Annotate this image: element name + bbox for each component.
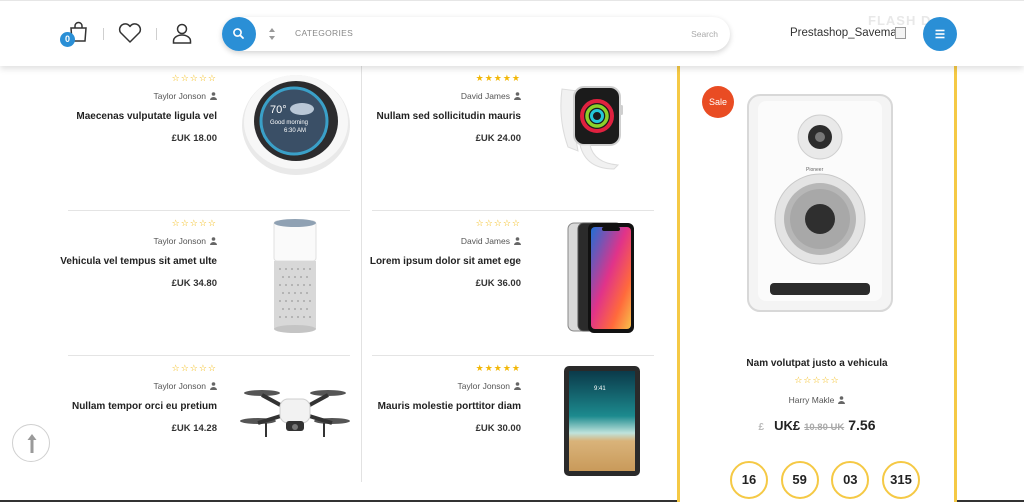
product-image-tablet[interactable]: 9:41: [544, 364, 654, 484]
user-small-icon: [210, 382, 217, 390]
column-divider: [361, 66, 362, 482]
product-image-smart-watch[interactable]: [544, 69, 654, 177]
author-name: David James: [460, 91, 510, 101]
user-small-icon: [514, 92, 521, 100]
product-price: £UK 18.00: [171, 133, 217, 144]
product-name[interactable]: Vehicula vel tempus sit amet ulte: [60, 256, 217, 267]
header-divider: [103, 28, 104, 40]
countdown-days: 16: [730, 461, 768, 499]
product-column-left: ☆☆☆☆☆ Taylor Jonson Maecenas vulputate l…: [60, 66, 350, 501]
featured-deal-card[interactable]: Sale Pioneer Nam volutpat justo a vehicu…: [677, 62, 957, 502]
search-input[interactable]: [522, 25, 718, 43]
product-card[interactable]: ☆☆☆☆☆ Taylor Jonson Vehicula vel tempus …: [60, 211, 350, 356]
featured-product-name[interactable]: Nam volutpat justo a vehicula: [680, 358, 954, 369]
user-small-icon: [838, 396, 846, 404]
featured-rating-stars: ☆☆☆☆☆: [794, 375, 840, 385]
product-name[interactable]: Mauris molestie porttitor diam: [378, 401, 521, 412]
back-to-top-button[interactable]: [12, 424, 50, 462]
svg-text:Good morning: Good morning: [270, 120, 308, 126]
product-price: £UK 30.00: [475, 423, 521, 434]
user-small-icon: [514, 237, 521, 245]
currency-unit: UK£: [774, 418, 801, 433]
user-icon: [172, 23, 192, 44]
countdown-hours: 59: [780, 461, 819, 499]
product-image-smartphones[interactable]: [544, 219, 654, 339]
wishlist-button[interactable]: [116, 19, 144, 47]
product-author: Taylor Jonson: [154, 381, 217, 391]
product-column-right: ★★★★★ David James Nullam sed sollicitudi…: [370, 66, 654, 501]
old-price: 10.80 UK: [804, 422, 845, 433]
product-author: Taylor Jonson: [458, 381, 521, 391]
svg-text:6:30 AM: 6:30 AM: [284, 128, 306, 134]
featured-price: £ UK£ 10.80 UK 7.56: [680, 417, 954, 435]
author-name: Taylor Jonson: [457, 381, 510, 391]
product-image-smart-speaker-display[interactable]: 70° Good morning 6:30 AM: [240, 69, 350, 177]
product-price: £UK 14.28: [171, 423, 217, 434]
svg-text:Pioneer: Pioneer: [806, 167, 824, 173]
hamburger-menu-icon: [935, 29, 945, 39]
author-name: Taylor Jonson: [153, 91, 206, 101]
search-button[interactable]: [222, 17, 256, 51]
search-icon: [233, 28, 244, 39]
heart-icon: [118, 23, 142, 43]
broken-image-icon: [895, 27, 906, 39]
product-author: Taylor Jonson: [154, 91, 217, 101]
product-price: £UK 24.00: [475, 133, 521, 144]
cart-count-badge: 0: [60, 32, 75, 47]
page: 0 CATEGORIES Search FLASH D Prestashop_S…: [0, 0, 1024, 502]
product-card[interactable]: ★★★★★ David James Nullam sed sollicitudi…: [372, 66, 654, 211]
author-name: Harry Makle: [788, 395, 835, 405]
store-logo-text[interactable]: Prestashop_Savemart: [790, 27, 904, 39]
header-bar: 0 CATEGORIES Search FLASH D Prestashop_S…: [0, 0, 1024, 66]
user-small-icon: [514, 382, 521, 390]
rating-stars: ★★★★★: [475, 363, 521, 373]
search-bar: CATEGORIES: [222, 17, 730, 51]
header-divider: [156, 28, 157, 40]
product-name[interactable]: Nullam tempor orci eu pretium: [72, 401, 217, 412]
sale-price: 7.56: [848, 417, 876, 433]
product-image-cylinder-smart-speaker[interactable]: [240, 217, 350, 337]
rating-stars: ☆☆☆☆☆: [171, 218, 217, 228]
rating-stars: ☆☆☆☆☆: [475, 218, 521, 228]
menu-button[interactable]: [923, 17, 957, 51]
product-card[interactable]: ☆☆☆☆☆ Taylor Jonson Nullam tempor orci e…: [68, 356, 350, 501]
product-author: Taylor Jonson: [154, 236, 217, 246]
rating-stars: ☆☆☆☆☆: [171, 73, 217, 83]
product-name[interactable]: Maecenas vulputate ligula vel: [76, 111, 217, 122]
rating-stars: ★★★★★: [475, 73, 521, 83]
author-name: Taylor Jonson: [153, 236, 206, 246]
product-card[interactable]: ☆☆☆☆☆ Taylor Jonson Maecenas vulputate l…: [68, 66, 350, 211]
product-name[interactable]: Nullam sed sollicitudin mauris: [377, 111, 521, 122]
category-select[interactable]: CATEGORIES: [295, 28, 353, 38]
author-name: David James: [460, 236, 510, 246]
user-small-icon: [210, 237, 217, 245]
currency-symbol: £: [758, 422, 765, 433]
product-price: £UK 36.00: [475, 278, 521, 289]
product-image-studio-monitor-speaker[interactable]: Pioneer: [740, 89, 900, 319]
countdown-seconds: 315: [881, 461, 920, 499]
sort-arrows-icon: [269, 28, 275, 40]
author-name: Taylor Jonson: [153, 381, 206, 391]
account-button[interactable]: [168, 19, 196, 47]
product-price: £UK 34.80: [171, 278, 217, 289]
product-card[interactable]: ☆☆☆☆☆ David James Lorem ipsum dolor sit …: [370, 211, 654, 356]
svg-text:9:41: 9:41: [594, 386, 606, 392]
svg-text:70°: 70°: [270, 104, 287, 116]
featured-product-author: Harry Makle: [680, 395, 954, 405]
cart-button[interactable]: 0: [60, 19, 92, 47]
product-author: David James: [461, 91, 521, 101]
product-author: David James: [461, 236, 521, 246]
product-image-drone[interactable]: [240, 359, 350, 467]
countdown-minutes: 03: [831, 461, 870, 499]
rating-stars: ☆☆☆☆☆: [171, 363, 217, 373]
product-card[interactable]: ★★★★★ Taylor Jonson Mauris molestie port…: [372, 356, 654, 501]
product-name[interactable]: Lorem ipsum dolor sit amet ege: [370, 256, 521, 267]
countdown-timer: 16 59 03 315: [730, 461, 920, 499]
sale-badge: Sale: [702, 86, 734, 118]
flash-deal-heading: FLASH D: [868, 13, 932, 28]
arrow-up-icon: [27, 434, 37, 453]
user-small-icon: [210, 92, 217, 100]
